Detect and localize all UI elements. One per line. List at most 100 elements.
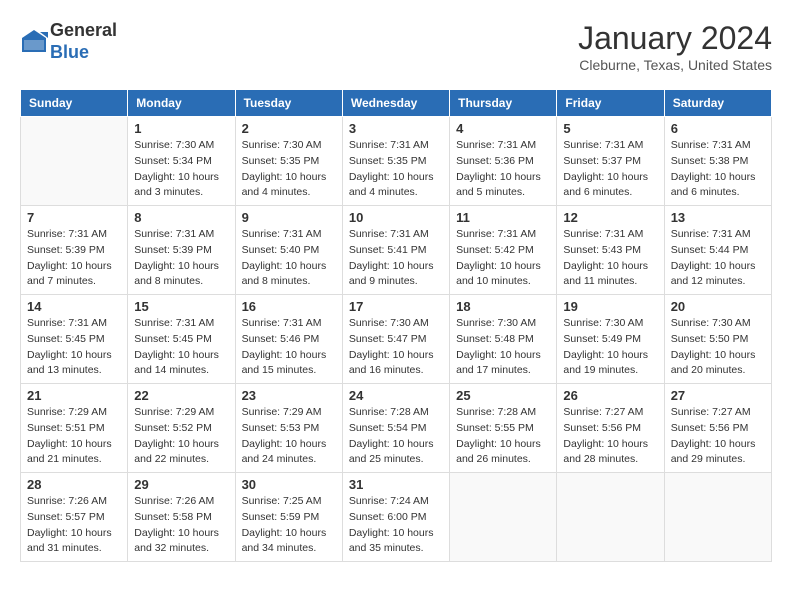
day-cell: 23 Sunrise: 7:29 AM Sunset: 5:53 PM Dayli… <box>235 384 342 473</box>
day-info: Sunrise: 7:31 AM Sunset: 5:37 PM Dayligh… <box>563 138 657 201</box>
day-info: Sunrise: 7:29 AM Sunset: 5:52 PM Dayligh… <box>134 405 228 468</box>
weekday-header-saturday: Saturday <box>664 90 771 117</box>
logo: General Blue <box>20 20 117 63</box>
day-cell: 7 Sunrise: 7:31 AM Sunset: 5:39 PM Daylig… <box>21 206 128 295</box>
day-info: Sunrise: 7:26 AM Sunset: 5:58 PM Dayligh… <box>134 494 228 557</box>
day-number: 18 <box>456 299 550 314</box>
day-number: 5 <box>563 121 657 136</box>
day-info: Sunrise: 7:28 AM Sunset: 5:55 PM Dayligh… <box>456 405 550 468</box>
day-info: Sunrise: 7:30 AM Sunset: 5:50 PM Dayligh… <box>671 316 765 379</box>
day-info: Sunrise: 7:30 AM Sunset: 5:49 PM Dayligh… <box>563 316 657 379</box>
day-number: 7 <box>27 210 121 225</box>
weekday-header-sunday: Sunday <box>21 90 128 117</box>
day-number: 29 <box>134 477 228 492</box>
day-number: 25 <box>456 388 550 403</box>
day-number: 9 <box>242 210 336 225</box>
day-number: 26 <box>563 388 657 403</box>
logo-general: General <box>50 20 117 40</box>
day-cell: 5 Sunrise: 7:31 AM Sunset: 5:37 PM Daylig… <box>557 117 664 206</box>
day-number: 19 <box>563 299 657 314</box>
day-cell: 10 Sunrise: 7:31 AM Sunset: 5:41 PM Dayli… <box>342 206 449 295</box>
day-cell: 13 Sunrise: 7:31 AM Sunset: 5:44 PM Dayli… <box>664 206 771 295</box>
location: Cleburne, Texas, United States <box>578 57 772 73</box>
day-info: Sunrise: 7:31 AM Sunset: 5:44 PM Dayligh… <box>671 227 765 290</box>
day-info: Sunrise: 7:27 AM Sunset: 5:56 PM Dayligh… <box>671 405 765 468</box>
day-info: Sunrise: 7:25 AM Sunset: 5:59 PM Dayligh… <box>242 494 336 557</box>
calendar: SundayMondayTuesdayWednesdayThursdayFrid… <box>20 89 772 562</box>
day-number: 30 <box>242 477 336 492</box>
day-cell: 3 Sunrise: 7:31 AM Sunset: 5:35 PM Daylig… <box>342 117 449 206</box>
day-cell <box>21 117 128 206</box>
title-area: January 2024 Cleburne, Texas, United Sta… <box>578 20 772 73</box>
day-cell: 6Sunrise: 7:31 AM Sunset: 5:38 PM Daylig… <box>664 117 771 206</box>
weekday-header-monday: Monday <box>128 90 235 117</box>
day-cell: 12 Sunrise: 7:31 AM Sunset: 5:43 PM Dayli… <box>557 206 664 295</box>
page-header: General Blue January 2024 Cleburne, Texa… <box>20 20 772 73</box>
day-info: Sunrise: 7:31 AM Sunset: 5:43 PM Dayligh… <box>563 227 657 290</box>
day-cell: 19 Sunrise: 7:30 AM Sunset: 5:49 PM Dayli… <box>557 295 664 384</box>
day-cell: 27Sunrise: 7:27 AM Sunset: 5:56 PM Dayli… <box>664 384 771 473</box>
weekday-header-tuesday: Tuesday <box>235 90 342 117</box>
day-number: 8 <box>134 210 228 225</box>
day-number: 12 <box>563 210 657 225</box>
day-cell: 15 Sunrise: 7:31 AM Sunset: 5:45 PM Dayli… <box>128 295 235 384</box>
logo-icon <box>20 28 48 56</box>
day-cell <box>450 473 557 562</box>
day-cell: 9 Sunrise: 7:31 AM Sunset: 5:40 PM Daylig… <box>235 206 342 295</box>
day-number: 31 <box>349 477 443 492</box>
day-cell: 26 Sunrise: 7:27 AM Sunset: 5:56 PM Dayli… <box>557 384 664 473</box>
day-cell: 8 Sunrise: 7:31 AM Sunset: 5:39 PM Daylig… <box>128 206 235 295</box>
day-cell: 31 Sunrise: 7:24 AM Sunset: 6:00 PM Dayli… <box>342 473 449 562</box>
day-cell: 24 Sunrise: 7:28 AM Sunset: 5:54 PM Dayli… <box>342 384 449 473</box>
week-row-5: 28 Sunrise: 7:26 AM Sunset: 5:57 PM Dayli… <box>21 473 772 562</box>
day-number: 24 <box>349 388 443 403</box>
day-cell: 14Sunrise: 7:31 AM Sunset: 5:45 PM Dayli… <box>21 295 128 384</box>
weekday-header-row: SundayMondayTuesdayWednesdayThursdayFrid… <box>21 90 772 117</box>
day-number: 15 <box>134 299 228 314</box>
day-info: Sunrise: 7:29 AM Sunset: 5:53 PM Dayligh… <box>242 405 336 468</box>
day-number: 21 <box>27 388 121 403</box>
day-cell: 11 Sunrise: 7:31 AM Sunset: 5:42 PM Dayli… <box>450 206 557 295</box>
day-info: Sunrise: 7:31 AM Sunset: 5:39 PM Dayligh… <box>134 227 228 290</box>
week-row-3: 14Sunrise: 7:31 AM Sunset: 5:45 PM Dayli… <box>21 295 772 384</box>
day-number: 20 <box>671 299 765 314</box>
day-info: Sunrise: 7:31 AM Sunset: 5:35 PM Dayligh… <box>349 138 443 201</box>
day-info: Sunrise: 7:31 AM Sunset: 5:45 PM Dayligh… <box>27 316 121 379</box>
day-cell: 21Sunrise: 7:29 AM Sunset: 5:51 PM Dayli… <box>21 384 128 473</box>
day-number: 17 <box>349 299 443 314</box>
day-number: 22 <box>134 388 228 403</box>
day-info: Sunrise: 7:31 AM Sunset: 5:46 PM Dayligh… <box>242 316 336 379</box>
day-info: Sunrise: 7:30 AM Sunset: 5:34 PM Dayligh… <box>134 138 228 201</box>
day-info: Sunrise: 7:28 AM Sunset: 5:54 PM Dayligh… <box>349 405 443 468</box>
day-number: 10 <box>349 210 443 225</box>
day-cell: 22 Sunrise: 7:29 AM Sunset: 5:52 PM Dayli… <box>128 384 235 473</box>
day-cell <box>664 473 771 562</box>
day-info: Sunrise: 7:31 AM Sunset: 5:38 PM Dayligh… <box>671 138 765 201</box>
day-info: Sunrise: 7:31 AM Sunset: 5:42 PM Dayligh… <box>456 227 550 290</box>
day-cell: 29 Sunrise: 7:26 AM Sunset: 5:58 PM Dayli… <box>128 473 235 562</box>
day-info: Sunrise: 7:30 AM Sunset: 5:35 PM Dayligh… <box>242 138 336 201</box>
day-cell: 2Sunrise: 7:30 AM Sunset: 5:35 PM Daylig… <box>235 117 342 206</box>
day-info: Sunrise: 7:30 AM Sunset: 5:48 PM Dayligh… <box>456 316 550 379</box>
day-number: 13 <box>671 210 765 225</box>
day-cell: 17Sunrise: 7:30 AM Sunset: 5:47 PM Dayli… <box>342 295 449 384</box>
day-info: Sunrise: 7:27 AM Sunset: 5:56 PM Dayligh… <box>563 405 657 468</box>
day-info: Sunrise: 7:31 AM Sunset: 5:36 PM Dayligh… <box>456 138 550 201</box>
day-info: Sunrise: 7:24 AM Sunset: 6:00 PM Dayligh… <box>349 494 443 557</box>
day-info: Sunrise: 7:31 AM Sunset: 5:40 PM Dayligh… <box>242 227 336 290</box>
week-row-1: 1Sunrise: 7:30 AM Sunset: 5:34 PM Daylig… <box>21 117 772 206</box>
day-number: 11 <box>456 210 550 225</box>
day-number: 3 <box>349 121 443 136</box>
weekday-header-thursday: Thursday <box>450 90 557 117</box>
day-cell: 18 Sunrise: 7:30 AM Sunset: 5:48 PM Dayli… <box>450 295 557 384</box>
day-info: Sunrise: 7:26 AM Sunset: 5:57 PM Dayligh… <box>27 494 121 557</box>
day-cell <box>557 473 664 562</box>
day-info: Sunrise: 7:31 AM Sunset: 5:45 PM Dayligh… <box>134 316 228 379</box>
weekday-header-friday: Friday <box>557 90 664 117</box>
day-info: Sunrise: 7:31 AM Sunset: 5:41 PM Dayligh… <box>349 227 443 290</box>
logo-blue: Blue <box>50 42 89 62</box>
day-number: 28 <box>27 477 121 492</box>
day-cell: 30 Sunrise: 7:25 AM Sunset: 5:59 PM Dayli… <box>235 473 342 562</box>
day-info: Sunrise: 7:31 AM Sunset: 5:39 PM Dayligh… <box>27 227 121 290</box>
day-number: 23 <box>242 388 336 403</box>
